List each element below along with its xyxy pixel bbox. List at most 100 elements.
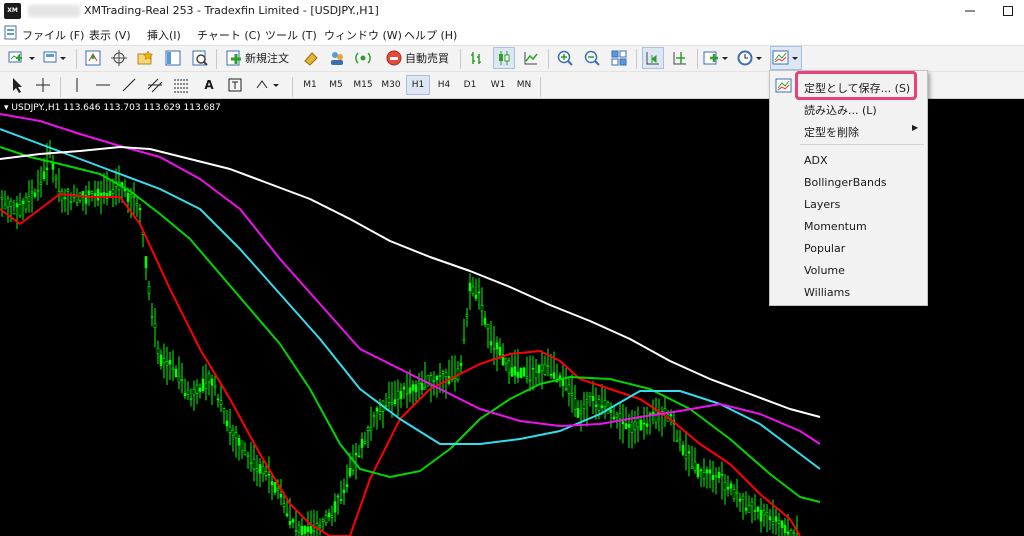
fibonacci-button[interactable]: [170, 74, 192, 96]
candle-body: [99, 192, 103, 197]
template-item-williams[interactable]: Williams: [804, 286, 850, 299]
candle-body: [693, 461, 697, 471]
candle-body: [435, 375, 439, 380]
timeframe-w1[interactable]: W1: [486, 75, 510, 95]
horizontal-line-button[interactable]: [92, 74, 114, 96]
profiles-button[interactable]: [42, 47, 72, 69]
timeframe-h1[interactable]: H1: [406, 75, 430, 95]
chart-shift-button[interactable]: [669, 47, 691, 69]
candle-body: [717, 471, 721, 479]
document-icon[interactable]: [3, 25, 19, 41]
highlight-annotation: [795, 71, 917, 100]
menu-help[interactable]: ヘルプ (H): [404, 27, 457, 43]
candle-body: [768, 516, 772, 521]
auto-trading-button[interactable]: 自動売買: [379, 47, 455, 69]
candle-body: [222, 408, 226, 412]
candle-body: [642, 422, 646, 425]
signals-button[interactable]: [352, 47, 374, 69]
tile-windows-button[interactable]: [608, 47, 630, 69]
indicators-button[interactable]: [702, 47, 732, 69]
candle-body: [225, 420, 229, 427]
menu-insert[interactable]: 挿入(I): [147, 27, 181, 43]
minimize-button[interactable]: [952, 0, 988, 22]
candle-body: [24, 196, 28, 210]
candle-body: [378, 410, 382, 415]
one-click-trading-button[interactable]: [300, 47, 322, 69]
new-order-button[interactable]: 新規注文: [222, 47, 292, 69]
data-window-button[interactable]: [108, 47, 130, 69]
candle-body: [783, 524, 787, 534]
autoscroll-button[interactable]: [642, 47, 664, 69]
bar-chart-button[interactable]: [466, 47, 488, 69]
template-item-layers[interactable]: Layers: [804, 198, 840, 211]
candle-body: [372, 415, 376, 417]
candle-body: [498, 346, 502, 356]
market-watch-button[interactable]: [82, 47, 104, 69]
timeframe-mn[interactable]: MN: [512, 75, 536, 95]
candle-body: [174, 368, 178, 378]
candle-body: [246, 454, 250, 457]
timeframe-h4[interactable]: H4: [432, 75, 456, 95]
menu-tools[interactable]: ツール (T): [265, 27, 317, 43]
candle-body: [588, 392, 592, 397]
candle-body: [702, 471, 706, 479]
candle-body: [255, 468, 259, 472]
template-item-momentum[interactable]: Momentum: [804, 220, 867, 233]
candle-body: [333, 501, 337, 513]
candle-body: [399, 390, 403, 399]
strategy-tester-button[interactable]: [189, 47, 211, 69]
template-item-bollingerbands[interactable]: BollingerBands: [804, 176, 887, 189]
menu-view[interactable]: 表示 (V): [89, 27, 131, 43]
timeframe-m5[interactable]: M5: [324, 75, 348, 95]
candle-body: [96, 188, 100, 201]
load-template-item[interactable]: 読み込み... (L): [804, 102, 877, 118]
timeframe-m1[interactable]: M1: [298, 75, 322, 95]
template-item-popular[interactable]: Popular: [804, 242, 845, 255]
candle-body: [579, 410, 583, 415]
candle-body: [210, 378, 214, 386]
menu-window[interactable]: ウィンドウ (W): [324, 27, 402, 43]
terminal-button[interactable]: [162, 47, 184, 69]
zoom-in-button[interactable]: [554, 47, 576, 69]
candle-body: [27, 196, 31, 202]
timeframe-m15[interactable]: M15: [350, 75, 376, 95]
template-item-volume[interactable]: Volume: [804, 264, 845, 277]
timeframe-d1[interactable]: D1: [458, 75, 482, 95]
maximize-button[interactable]: [990, 0, 1024, 22]
templates-button[interactable]: [770, 46, 802, 70]
candle-body: [129, 194, 133, 198]
candle-body: [633, 421, 637, 430]
equidistant-channel-button[interactable]: [144, 74, 166, 96]
community-button[interactable]: [326, 47, 348, 69]
candle-body: [312, 530, 316, 532]
candle-body: [336, 495, 340, 498]
cursor-button[interactable]: [6, 74, 28, 96]
text-tool-button[interactable]: A: [198, 74, 220, 96]
new-chart-button[interactable]: [6, 47, 40, 69]
periods-button[interactable]: [736, 47, 766, 69]
text-label-button[interactable]: [224, 74, 246, 96]
menu-chart[interactable]: チャート (C): [197, 27, 261, 43]
timeframe-m30[interactable]: M30: [378, 75, 404, 95]
trendline-button[interactable]: [118, 74, 140, 96]
candle-body: [699, 469, 703, 472]
candlestick-chart-button[interactable]: [493, 47, 515, 69]
candle-body: [489, 341, 493, 346]
candle-body: [171, 367, 175, 370]
text-label-icon: [228, 78, 242, 92]
candle-body: [567, 384, 571, 395]
navigator-button[interactable]: [134, 47, 156, 69]
arrows-button[interactable]: [252, 74, 284, 96]
menu-file[interactable]: ファイル (F): [22, 27, 84, 43]
template-item-adx[interactable]: ADX: [804, 154, 828, 167]
line-chart-button[interactable]: [520, 47, 542, 69]
candle-body: [759, 510, 763, 522]
candle-body: [177, 375, 181, 383]
candle-body: [264, 471, 268, 476]
crosshair-button[interactable]: [32, 74, 54, 96]
zoom-out-button[interactable]: [581, 47, 603, 69]
delete-template-item[interactable]: 定型を削除: [804, 124, 859, 140]
candle-body: [201, 378, 205, 392]
candle-body: [156, 347, 160, 354]
vertical-line-button[interactable]: [66, 74, 88, 96]
